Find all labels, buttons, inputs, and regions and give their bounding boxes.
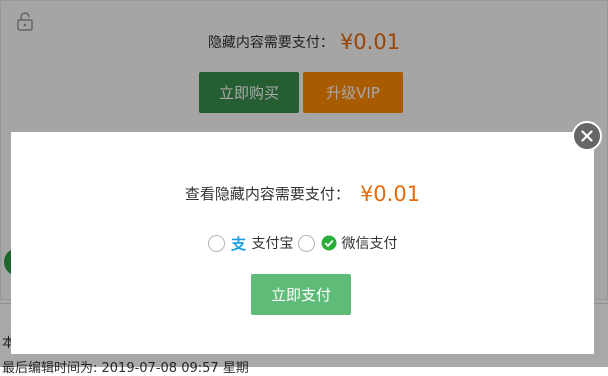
svg-text:支: 支 [231,235,247,251]
modal-price-line: 查看隐藏内容需要支付： ¥0.01 [11,182,594,206]
modal-price-value: ¥0.01 [359,182,421,206]
alipay-icon: 支 [231,235,247,251]
alipay-radio[interactable] [207,234,225,252]
wechat-radio[interactable] [297,234,315,252]
wechat-pay-label: 微信支付 [341,236,398,252]
payment-method-group: 支 支付宝 微信支付 [11,231,594,255]
close-icon [581,130,593,142]
payment-option-wechat[interactable]: 微信支付 [297,233,398,253]
modal-price-label: 查看隐藏内容需要支付： [184,185,350,203]
alipay-label: 支付宝 [251,236,294,252]
pay-now-button[interactable]: 立即支付 [251,274,351,315]
wechat-pay-icon [321,235,336,251]
payment-option-alipay[interactable]: 支 支付宝 [207,233,294,253]
close-button[interactable] [572,121,602,151]
payment-modal: 查看隐藏内容需要支付： ¥0.01 支 支付宝 微信支付 立即支付 [11,132,594,354]
